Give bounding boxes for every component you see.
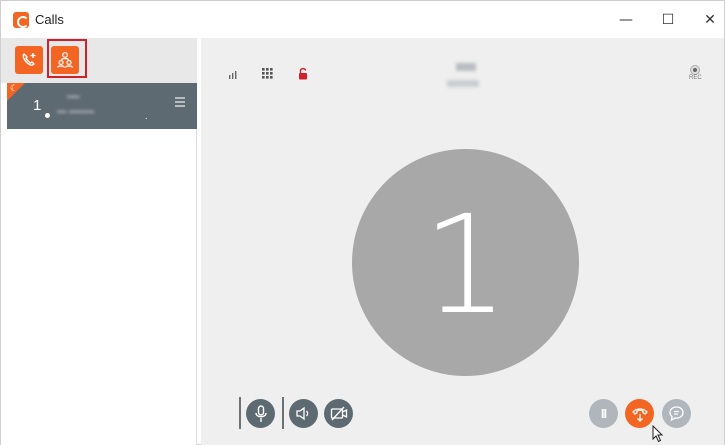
call-ellipsis: . [145,111,148,121]
call-status-dot [45,113,50,118]
call-detail: ••• •••••••• [57,107,95,117]
calls-window: Calls — ☐ ✕ ☾ 1 •••• ••• •••••••• . REC … [0,0,725,445]
hold-button[interactable]: II [589,399,618,428]
caller-avatar: 1 [352,149,579,376]
record-icon [691,66,700,74]
window-title: Calls [35,12,64,27]
phone-transfer-icon [631,407,648,422]
hamburger-menu-icon[interactable] [175,97,185,107]
phone-plus-icon [22,53,36,66]
chat-button[interactable] [662,399,691,428]
divider [239,397,241,429]
close-button[interactable]: ✕ [695,9,725,31]
video-off-icon [330,406,347,421]
speaker-button[interactable] [289,399,318,428]
peer-subtitle [447,80,479,87]
call-name: •••• [67,92,80,102]
record-label: REC [689,75,702,81]
video-off-button[interactable] [324,399,353,428]
moon-icon: ☾ [10,84,19,94]
new-call-button[interactable] [15,46,43,74]
call-number: 1 [33,97,42,114]
mouse-cursor-icon [652,425,664,443]
app-logo-icon [13,12,29,28]
record-button[interactable]: REC [689,66,702,81]
speaker-icon [296,406,309,421]
peer-name [456,63,476,71]
avatar-label: 1 [422,186,509,345]
microphone-icon [254,404,267,422]
signal-strength-icon[interactable] [228,70,238,80]
microphone-button[interactable] [246,399,275,428]
call-list-toolbar [1,38,197,83]
title-bar: Calls — ☐ ✕ [1,1,724,38]
chat-icon [669,406,684,422]
keypad-icon[interactable] [262,68,273,79]
maximize-button[interactable]: ☐ [653,9,683,31]
minimize-button[interactable]: — [611,9,641,31]
transfer-button[interactable] [625,399,654,428]
call-view: REC 1 II [201,38,724,445]
unlocked-icon[interactable] [298,67,308,80]
pause-icon: II [600,406,607,421]
call-list-panel: ☾ 1 •••• ••• •••••••• . [1,38,197,445]
call-list-item[interactable]: ☾ 1 •••• ••• •••••••• . [7,83,197,129]
conference-button-highlight [47,39,87,78]
divider [282,397,284,429]
